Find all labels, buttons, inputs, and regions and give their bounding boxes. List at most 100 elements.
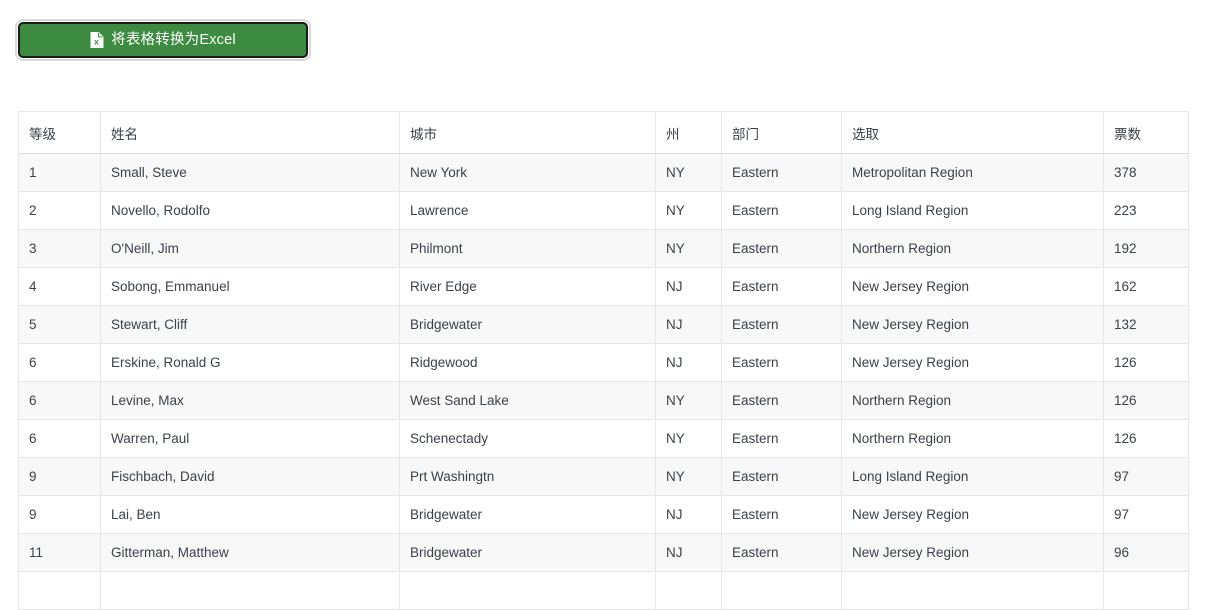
table-row[interactable]: 9 Lai, Ben Bridgewater NJ Eastern New Je… xyxy=(18,495,1189,534)
cell-state: NY xyxy=(655,191,722,230)
cell-name: Stewart, Cliff xyxy=(100,305,400,344)
cell-name: Small, Steve xyxy=(100,153,400,192)
cell-city: River Edge xyxy=(399,267,656,306)
cell-selection: Northern Region xyxy=(841,229,1104,268)
cell-selection: New Jersey Region xyxy=(841,305,1104,344)
cell-state: NJ xyxy=(655,533,722,572)
cell-votes: 162 xyxy=(1103,267,1189,306)
cell-rank: 2 xyxy=(18,191,101,230)
cell-city: New York xyxy=(399,153,656,192)
column-header-selection[interactable]: 选取 xyxy=(841,111,1104,154)
excel-file-icon: x xyxy=(90,32,104,48)
table-row[interactable]: 6 Erskine, Ronald G Ridgewood NJ Eastern… xyxy=(18,343,1189,382)
cell-name: Warren, Paul xyxy=(100,419,400,458)
cell-name: Sobong, Emmanuel xyxy=(100,267,400,306)
table-body: 1 Small, Steve New York NY Eastern Metro… xyxy=(18,153,1189,610)
cell-department: Eastern xyxy=(721,305,842,344)
cell-votes xyxy=(1103,571,1189,610)
cell-selection: New Jersey Region xyxy=(841,533,1104,572)
column-header-state[interactable]: 州 xyxy=(655,111,722,154)
cell-name xyxy=(100,571,400,610)
table-row[interactable]: 1 Small, Steve New York NY Eastern Metro… xyxy=(18,153,1189,192)
cell-rank: 11 xyxy=(18,533,101,572)
cell-city: West Sand Lake xyxy=(399,381,656,420)
cell-name: O'Neill, Jim xyxy=(100,229,400,268)
cell-name: Erskine, Ronald G xyxy=(100,343,400,382)
table-row[interactable]: 6 Warren, Paul Schenectady NY Eastern No… xyxy=(18,419,1189,458)
cell-state: NY xyxy=(655,153,722,192)
table-row[interactable]: 11 Gitterman, Matthew Bridgewater NJ Eas… xyxy=(18,533,1189,572)
table-row[interactable]: 3 O'Neill, Jim Philmont NY Eastern North… xyxy=(18,229,1189,268)
cell-rank: 9 xyxy=(18,495,101,534)
cell-name: Novello, Rodolfo xyxy=(100,191,400,230)
table-row[interactable]: 9 Fischbach, David Prt Washingtn NY East… xyxy=(18,457,1189,496)
cell-department: Eastern xyxy=(721,343,842,382)
cell-rank: 9 xyxy=(18,457,101,496)
cell-state: NJ xyxy=(655,267,722,306)
cell-selection xyxy=(841,571,1104,610)
cell-votes: 126 xyxy=(1103,419,1189,458)
cell-name: Lai, Ben xyxy=(100,495,400,534)
table-header-row: 等级 姓名 城市 州 部门 选取 票数 xyxy=(18,111,1189,154)
table-header: 等级 姓名 城市 州 部门 选取 票数 xyxy=(18,111,1189,154)
results-table: 等级 姓名 城市 州 部门 选取 票数 1 Small, Steve New Y… xyxy=(18,111,1189,610)
cell-selection: New Jersey Region xyxy=(841,267,1104,306)
cell-state: NJ xyxy=(655,343,722,382)
cell-city: Bridgewater xyxy=(399,533,656,572)
cell-city xyxy=(399,571,656,610)
cell-city: Prt Washingtn xyxy=(399,457,656,496)
cell-votes: 96 xyxy=(1103,533,1189,572)
cell-selection: New Jersey Region xyxy=(841,495,1104,534)
svg-text:x: x xyxy=(94,36,99,46)
cell-city: Lawrence xyxy=(399,191,656,230)
cell-state: NY xyxy=(655,229,722,268)
cell-department: Eastern xyxy=(721,229,842,268)
cell-department: Eastern xyxy=(721,381,842,420)
cell-department: Eastern xyxy=(721,153,842,192)
cell-department: Eastern xyxy=(721,495,842,534)
cell-selection: Long Island Region xyxy=(841,191,1104,230)
cell-state: NY xyxy=(655,419,722,458)
table-row[interactable]: 2 Novello, Rodolfo Lawrence NY Eastern L… xyxy=(18,191,1189,230)
results-table-container: 等级 姓名 城市 州 部门 选取 票数 1 Small, Steve New Y… xyxy=(18,111,1189,610)
cell-city: Schenectady xyxy=(399,419,656,458)
cell-state: NY xyxy=(655,457,722,496)
export-button-label: 将表格转换为Excel xyxy=(111,31,236,48)
column-header-department[interactable]: 部门 xyxy=(721,111,842,154)
cell-rank: 1 xyxy=(18,153,101,192)
table-row[interactable]: 5 Stewart, Cliff Bridgewater NJ Eastern … xyxy=(18,305,1189,344)
cell-department xyxy=(721,571,842,610)
table-row[interactable]: 4 Sobong, Emmanuel River Edge NJ Eastern… xyxy=(18,267,1189,306)
cell-rank: 6 xyxy=(18,343,101,382)
export-to-excel-button[interactable]: x 将表格转换为Excel xyxy=(15,19,311,61)
cell-votes: 132 xyxy=(1103,305,1189,344)
cell-votes: 223 xyxy=(1103,191,1189,230)
column-header-rank[interactable]: 等级 xyxy=(18,111,101,154)
cell-state xyxy=(655,571,722,610)
cell-selection: Northern Region xyxy=(841,419,1104,458)
cell-name: Gitterman, Matthew xyxy=(100,533,400,572)
cell-votes: 378 xyxy=(1103,153,1189,192)
cell-city: Ridgewood xyxy=(399,343,656,382)
cell-state: NY xyxy=(655,381,722,420)
table-row[interactable] xyxy=(18,571,1189,610)
cell-rank xyxy=(18,571,101,610)
column-header-city[interactable]: 城市 xyxy=(399,111,656,154)
table-row[interactable]: 6 Levine, Max West Sand Lake NY Eastern … xyxy=(18,381,1189,420)
cell-votes: 97 xyxy=(1103,495,1189,534)
cell-rank: 5 xyxy=(18,305,101,344)
cell-selection: Metropolitan Region xyxy=(841,153,1104,192)
cell-rank: 6 xyxy=(18,381,101,420)
cell-selection: Northern Region xyxy=(841,381,1104,420)
cell-department: Eastern xyxy=(721,267,842,306)
cell-department: Eastern xyxy=(721,419,842,458)
cell-city: Bridgewater xyxy=(399,305,656,344)
column-header-votes[interactable]: 票数 xyxy=(1103,111,1189,154)
column-header-name[interactable]: 姓名 xyxy=(100,111,400,154)
cell-votes: 97 xyxy=(1103,457,1189,496)
cell-state: NJ xyxy=(655,305,722,344)
cell-department: Eastern xyxy=(721,533,842,572)
cell-selection: New Jersey Region xyxy=(841,343,1104,382)
cell-rank: 4 xyxy=(18,267,101,306)
cell-state: NJ xyxy=(655,495,722,534)
